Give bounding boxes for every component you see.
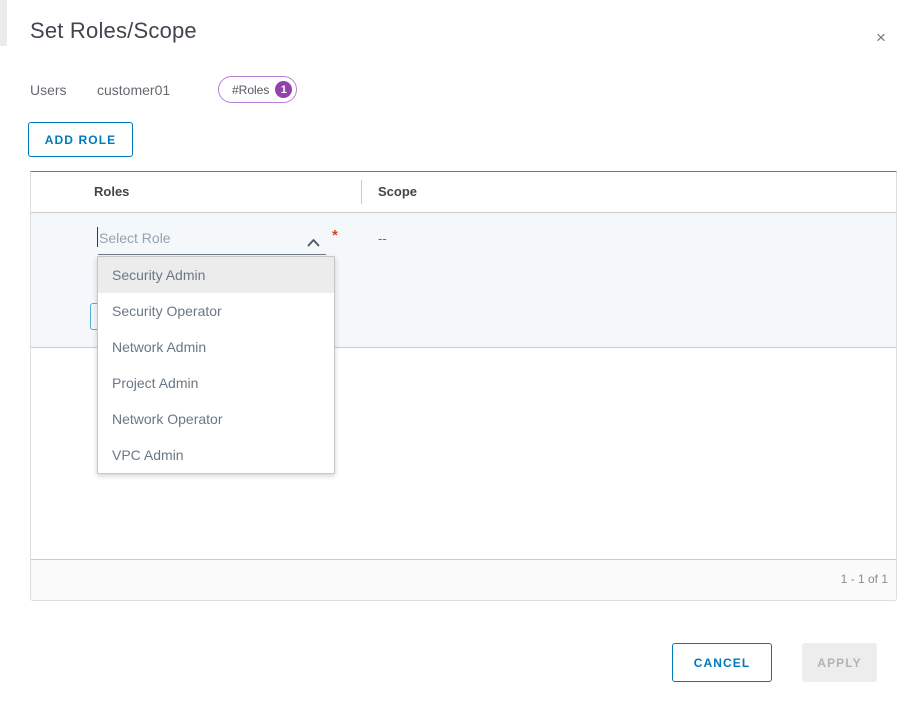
close-icon[interactable]: × (870, 27, 892, 49)
set-roles-scope-dialog: Set Roles/Scope × Users customer01 #Role… (0, 0, 918, 704)
add-role-button[interactable]: ADD ROLE (28, 122, 133, 157)
entity-type-label: Users (30, 82, 67, 98)
entity-name-label: customer01 (97, 82, 170, 98)
column-header-scope: Scope (378, 172, 417, 212)
role-select-placeholder: Select Role (99, 230, 171, 246)
scope-value: -- (378, 231, 387, 246)
role-option[interactable]: Network Operator (98, 401, 334, 437)
page-title: Set Roles/Scope (30, 18, 197, 44)
screen-edge-artifact (0, 0, 7, 46)
roles-count-badge[interactable]: #Roles 1 (218, 76, 297, 103)
chevron-up-icon[interactable] (307, 234, 320, 243)
column-divider (361, 180, 362, 204)
cancel-button[interactable]: CANCEL (672, 643, 772, 682)
role-option[interactable]: Project Admin (98, 365, 334, 401)
role-options-dropdown: Security AdminSecurity OperatorNetwork A… (97, 256, 335, 474)
roles-badge-label: #Roles (232, 83, 269, 97)
text-cursor (97, 227, 98, 247)
column-header-roles: Roles (94, 172, 129, 212)
role-option[interactable]: Network Admin (98, 329, 334, 365)
apply-button-disabled[interactable]: APPLY (802, 643, 877, 682)
required-asterisk: * (332, 227, 338, 244)
role-option[interactable]: Security Admin (98, 257, 334, 293)
datagrid-header: Roles Scope (31, 172, 896, 213)
roles-badge-count: 1 (275, 81, 292, 98)
role-option[interactable]: Security Operator (98, 293, 334, 329)
datagrid-footer: 1 - 1 of 1 (31, 559, 896, 600)
role-option[interactable]: VPC Admin (98, 437, 334, 473)
combobox-underline (98, 254, 326, 255)
pagination-range: 1 - 1 of 1 (841, 572, 896, 586)
